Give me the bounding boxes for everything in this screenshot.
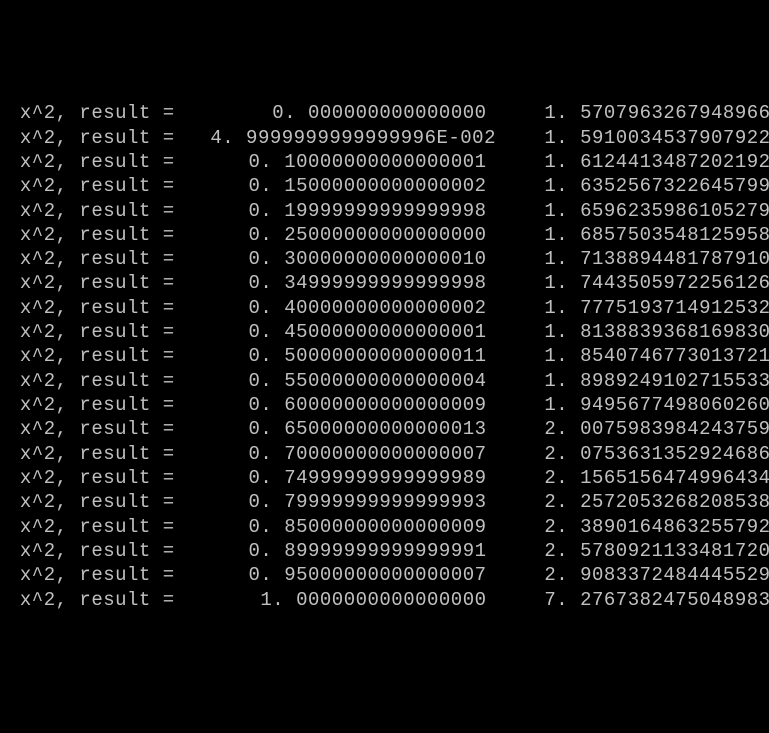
result-value: 1. 6596235986105279 <box>491 199 769 223</box>
result-value: 1. 6124413487202192 <box>491 150 769 174</box>
x-squared-value: 0. 65000000000000013 <box>187 417 487 441</box>
result-value: 1. 7775193714912532 <box>491 296 769 320</box>
row-label: x^2, result = <box>8 515 187 539</box>
x-squared-value: 0. 95000000000000007 <box>187 563 487 587</box>
output-row: x^2, result = 0. 700000000000000072. 075… <box>8 442 761 466</box>
row-label: x^2, result = <box>8 490 187 514</box>
row-label: x^2, result = <box>8 320 187 344</box>
result-value: 7. 2767382475048983 <box>491 588 769 612</box>
row-label: x^2, result = <box>8 271 187 295</box>
row-label: x^2, result = <box>8 539 187 563</box>
row-label: x^2, result = <box>8 247 187 271</box>
x-squared-value: 0. 34999999999999998 <box>187 271 487 295</box>
x-squared-value: 0. 19999999999999998 <box>187 199 487 223</box>
result-value: 2. 3890164863255792 <box>491 515 769 539</box>
x-squared-value: 0. 000000000000000 <box>187 101 487 125</box>
x-squared-value: 0. 89999999999999991 <box>187 539 487 563</box>
output-row: x^2, result = 1. 00000000000000007. 2767… <box>8 588 761 612</box>
row-label: x^2, result = <box>8 199 187 223</box>
x-squared-value: 0. 55000000000000004 <box>187 369 487 393</box>
row-label: x^2, result = <box>8 417 187 441</box>
output-row: x^2, result = 0. 500000000000000111. 854… <box>8 344 761 368</box>
terminal-output: x^2, result = 0. 0000000000000001. 57079… <box>8 101 761 612</box>
row-label: x^2, result = <box>8 563 187 587</box>
output-row: x^2, result = 0. 0000000000000001. 57079… <box>8 101 761 125</box>
output-row: x^2, result = 0. 899999999999999912. 578… <box>8 539 761 563</box>
row-label: x^2, result = <box>8 588 187 612</box>
x-squared-value: 0. 30000000000000010 <box>187 247 487 271</box>
result-value: 1. 6352567322645799 <box>491 174 769 198</box>
x-squared-value: 0. 10000000000000001 <box>187 150 487 174</box>
result-value: 1. 7138894481787910 <box>491 247 769 271</box>
x-squared-value: 0. 45000000000000001 <box>187 320 487 344</box>
result-value: 1. 8540746773013721 <box>491 344 769 368</box>
result-value: 1. 7443505972256126 <box>491 271 769 295</box>
output-row: x^2, result = 0. 600000000000000091. 949… <box>8 393 761 417</box>
output-row: x^2, result = 0. 749999999999999892. 156… <box>8 466 761 490</box>
x-squared-value: 0. 25000000000000000 <box>187 223 487 247</box>
row-label: x^2, result = <box>8 344 187 368</box>
row-label: x^2, result = <box>8 466 187 490</box>
result-value: 1. 9495677498060260 <box>491 393 769 417</box>
x-squared-value: 1. 0000000000000000 <box>187 588 487 612</box>
result-value: 2. 0753631352924686 <box>491 442 769 466</box>
row-label: x^2, result = <box>8 442 187 466</box>
x-squared-value: 0. 74999999999999989 <box>187 466 487 490</box>
result-value: 1. 6857503548125958 <box>491 223 769 247</box>
result-value: 2. 9083372484445529 <box>491 563 769 587</box>
result-value: 2. 0075983984243759 <box>491 417 769 441</box>
output-row: x^2, result = 0. 950000000000000072. 908… <box>8 563 761 587</box>
result-value: 2. 5780921133481720 <box>491 539 769 563</box>
output-row: x^2, result = 0. 199999999999999981. 659… <box>8 199 761 223</box>
x-squared-value: 4. 9999999999999996E-002 <box>187 126 487 150</box>
x-squared-value: 0. 85000000000000009 <box>187 515 487 539</box>
output-row: x^2, result = 0. 650000000000000132. 007… <box>8 417 761 441</box>
output-row: x^2, result = 0. 150000000000000021. 635… <box>8 174 761 198</box>
result-value: 2. 2572053268208538 <box>491 490 769 514</box>
output-row: x^2, result = 0. 799999999999999932. 257… <box>8 490 761 514</box>
output-row: x^2, result = 4. 9999999999999996E-0021.… <box>8 126 761 150</box>
x-squared-value: 0. 79999999999999993 <box>187 490 487 514</box>
row-label: x^2, result = <box>8 296 187 320</box>
output-row: x^2, result = 0. 850000000000000092. 389… <box>8 515 761 539</box>
row-label: x^2, result = <box>8 150 187 174</box>
output-row: x^2, result = 0. 450000000000000011. 813… <box>8 320 761 344</box>
output-row: x^2, result = 0. 300000000000000101. 713… <box>8 247 761 271</box>
x-squared-value: 0. 15000000000000002 <box>187 174 487 198</box>
x-squared-value: 0. 40000000000000002 <box>187 296 487 320</box>
result-value: 2. 1565156474996434 <box>491 466 769 490</box>
row-label: x^2, result = <box>8 393 187 417</box>
result-value: 1. 8989249102715533 <box>491 369 769 393</box>
output-row: x^2, result = 0. 100000000000000011. 612… <box>8 150 761 174</box>
output-row: x^2, result = 0. 349999999999999981. 744… <box>8 271 761 295</box>
x-squared-value: 0. 70000000000000007 <box>187 442 487 466</box>
result-value: 1. 5707963267948966 <box>491 101 769 125</box>
x-squared-value: 0. 50000000000000011 <box>187 344 487 368</box>
row-label: x^2, result = <box>8 174 187 198</box>
output-row: x^2, result = 0. 250000000000000001. 685… <box>8 223 761 247</box>
output-row: x^2, result = 0. 400000000000000021. 777… <box>8 296 761 320</box>
row-label: x^2, result = <box>8 223 187 247</box>
x-squared-value: 0. 60000000000000009 <box>187 393 487 417</box>
row-label: x^2, result = <box>8 101 187 125</box>
row-label: x^2, result = <box>8 369 187 393</box>
result-value: 1. 5910034537907922 <box>491 126 769 150</box>
result-value: 1. 8138839368169830 <box>491 320 769 344</box>
output-row: x^2, result = 0. 550000000000000041. 898… <box>8 369 761 393</box>
row-label: x^2, result = <box>8 126 187 150</box>
